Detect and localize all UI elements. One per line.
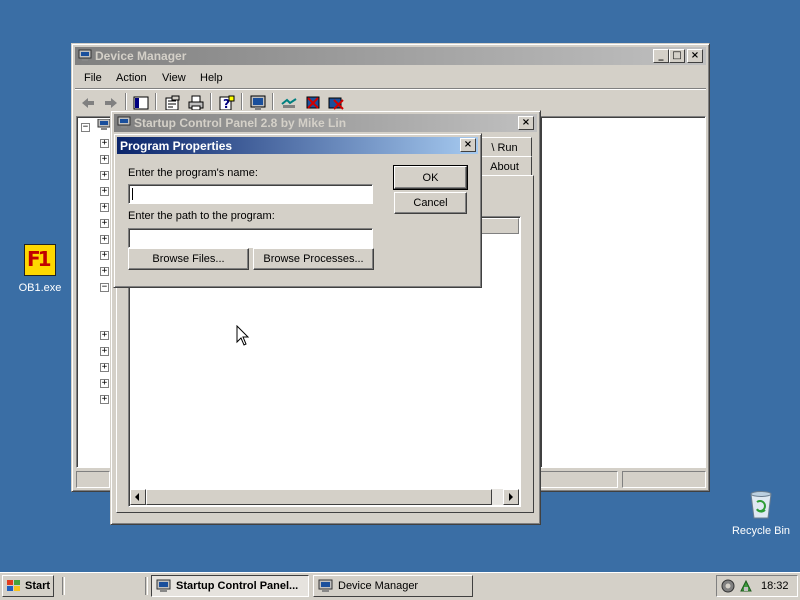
tree-expand[interactable]: + xyxy=(100,187,109,196)
safely-remove-hardware-icon[interactable] xyxy=(738,578,754,594)
computer-icon xyxy=(156,579,171,592)
help-icon[interactable]: ? xyxy=(219,95,235,111)
tree-expand[interactable]: + xyxy=(100,203,109,212)
uninstall-device-icon[interactable] xyxy=(328,95,344,111)
taskbar-startup-label: Startup Control Panel... xyxy=(176,580,299,592)
taskbar-device-manager-label: Device Manager xyxy=(338,580,419,592)
cancel-button[interactable]: Cancel xyxy=(394,192,467,214)
update-driver-icon[interactable] xyxy=(281,95,297,111)
status-bar-panel xyxy=(622,471,706,488)
right-arrow-icon xyxy=(509,493,513,501)
program-path-label: Enter the path to the program: xyxy=(128,210,275,222)
program-properties-title: Program Properties xyxy=(120,138,233,153)
tree-expand[interactable]: + xyxy=(100,395,109,404)
tree-collapse-root[interactable]: − xyxy=(81,123,90,132)
menu-help[interactable]: Help xyxy=(200,72,223,84)
program-path-field[interactable] xyxy=(128,228,373,248)
scroll-right-button[interactable] xyxy=(503,489,519,505)
tree-expand[interactable]: + xyxy=(100,219,109,228)
windows-logo-icon xyxy=(7,580,20,591)
recycle-bin-label: Recycle Bin xyxy=(731,525,791,537)
close-button[interactable]: × xyxy=(460,138,476,152)
network-tray-icon[interactable] xyxy=(720,578,736,594)
computer-icon xyxy=(318,579,333,592)
tab-run[interactable]: \ Run xyxy=(478,137,532,157)
close-button[interactable]: × xyxy=(518,116,534,130)
tree-expand[interactable]: + xyxy=(100,331,109,340)
taskbar-grip xyxy=(62,577,65,595)
horizontal-scrollbar[interactable] xyxy=(130,489,519,505)
tree-collapse[interactable]: − xyxy=(100,283,109,292)
start-button[interactable]: Start xyxy=(2,575,54,597)
device-manager-title: Device Manager xyxy=(95,49,187,63)
maximize-button[interactable]: □ xyxy=(669,49,685,63)
tree-expand[interactable]: + xyxy=(100,267,109,276)
status-bar-panel xyxy=(540,471,618,488)
status-bar-panel xyxy=(76,471,110,488)
computer-icon xyxy=(78,49,92,63)
minimize-button[interactable]: _ xyxy=(653,49,669,63)
device-manager-titlebar[interactable]: Device Manager _ □ × xyxy=(75,47,706,65)
menu-view[interactable]: View xyxy=(162,72,186,84)
start-label: Start xyxy=(25,580,51,592)
left-arrow-icon xyxy=(135,493,139,501)
tree-expand[interactable]: + xyxy=(100,139,109,148)
tree-expand[interactable]: + xyxy=(100,379,109,388)
startup-panel-titlebar[interactable]: Startup Control Panel 2.8 by Mike Lin × xyxy=(114,114,537,132)
system-tray: 18:32 xyxy=(716,575,798,597)
recycle-bin-icon xyxy=(750,491,772,519)
tree-expand[interactable]: + xyxy=(100,251,109,260)
tree-root-computer-icon xyxy=(97,119,111,130)
list-header xyxy=(481,218,519,234)
properties-icon[interactable] xyxy=(164,95,180,111)
close-button[interactable]: × xyxy=(687,49,703,63)
browse-processes-button[interactable]: Browse Processes... xyxy=(253,248,374,270)
tab-about-label: About xyxy=(490,160,519,173)
tree-expand[interactable]: + xyxy=(100,155,109,164)
program-properties-titlebar[interactable]: Program Properties × xyxy=(117,137,478,154)
taskbar-startup-control-panel[interactable]: Startup Control Panel... xyxy=(151,575,309,597)
program-name-field[interactable] xyxy=(128,184,373,204)
disable-device-icon[interactable] xyxy=(305,95,321,111)
program-name-label: Enter the program's name: xyxy=(128,167,258,179)
menu-divider xyxy=(75,88,706,90)
ob1-desktop-icon[interactable]: F1 OB1.exe xyxy=(14,244,66,299)
computer-icon xyxy=(117,116,131,130)
tree-expand[interactable]: + xyxy=(100,363,109,372)
scroll-left-button[interactable] xyxy=(130,489,146,505)
ob1-icon-label: OB1.exe xyxy=(18,282,62,294)
clock: 18:32 xyxy=(761,580,789,592)
scroll-thumb[interactable] xyxy=(146,489,492,505)
recycle-bin-desktop-icon[interactable]: Recycle Bin xyxy=(728,488,794,540)
ok-button[interactable]: OK xyxy=(393,165,468,190)
device-tree-pane[interactable] xyxy=(76,116,114,468)
print-icon[interactable] xyxy=(188,95,204,111)
tree-expand[interactable]: + xyxy=(100,235,109,244)
tree-expand[interactable]: + xyxy=(100,171,109,180)
taskbar-device-manager[interactable]: Device Manager xyxy=(313,575,473,597)
tree-expand[interactable]: + xyxy=(100,347,109,356)
tab-about[interactable]: About xyxy=(478,156,532,176)
mouse-pointer-icon xyxy=(236,325,250,346)
menu-file[interactable]: File xyxy=(84,72,102,84)
text-cursor xyxy=(132,188,133,200)
forward-arrow-icon[interactable] xyxy=(103,95,119,111)
back-arrow-icon[interactable] xyxy=(80,95,96,111)
show-hide-tree-icon[interactable] xyxy=(133,95,149,111)
taskbar-grip xyxy=(145,577,148,595)
ob1-exe-icon: F1 xyxy=(24,244,56,276)
device-details-pane xyxy=(540,116,706,468)
browse-files-button[interactable]: Browse Files... xyxy=(128,248,249,270)
startup-panel-title: Startup Control Panel 2.8 by Mike Lin xyxy=(134,116,347,130)
menu-action[interactable]: Action xyxy=(116,72,147,84)
scan-hardware-icon[interactable] xyxy=(250,95,266,111)
tab-run-label: \ Run xyxy=(491,141,518,154)
